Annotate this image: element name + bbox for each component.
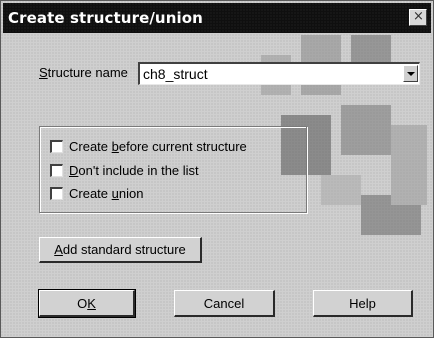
checkbox-label[interactable]: Create union — [69, 186, 143, 201]
checkbox-label[interactable]: Create before current structure — [69, 139, 247, 154]
checkbox-create-union[interactable]: Create union — [50, 185, 143, 201]
chevron-down-icon — [407, 72, 415, 76]
checkbox-create-before[interactable]: Create before current structure — [50, 138, 247, 154]
combo-dropdown-button[interactable] — [403, 65, 418, 82]
close-button[interactable]: × — [409, 9, 427, 26]
add-standard-structure-label: Add standard structure — [54, 242, 186, 257]
dialog-title: Create structure/union — [8, 9, 203, 27]
title-bar[interactable]: Create structure/union × — [3, 3, 431, 33]
structure-name-combobox[interactable]: ch8_struct — [138, 62, 420, 85]
cancel-button[interactable]: Cancel — [174, 290, 275, 317]
cancel-label: Cancel — [203, 295, 245, 311]
checkbox-box[interactable] — [50, 186, 63, 200]
add-standard-structure-button[interactable]: Add standard structure — [39, 237, 202, 263]
create-structure-dialog: Create structure/union × Structure name … — [0, 0, 434, 338]
checkbox-dont-include[interactable]: Don't include in the list — [50, 162, 199, 178]
ok-label: OK — [77, 295, 96, 311]
checkbox-box[interactable] — [50, 139, 63, 153]
close-icon: × — [413, 9, 424, 24]
help-button[interactable]: Help — [313, 290, 413, 317]
help-label: Help — [349, 295, 376, 311]
checkbox-box[interactable] — [50, 163, 63, 177]
structure-name-label: Structure name — [39, 65, 128, 80]
structure-name-value[interactable]: ch8_struct — [143, 66, 208, 82]
ok-button[interactable]: OK — [38, 289, 136, 318]
checkbox-label[interactable]: Don't include in the list — [69, 163, 199, 178]
